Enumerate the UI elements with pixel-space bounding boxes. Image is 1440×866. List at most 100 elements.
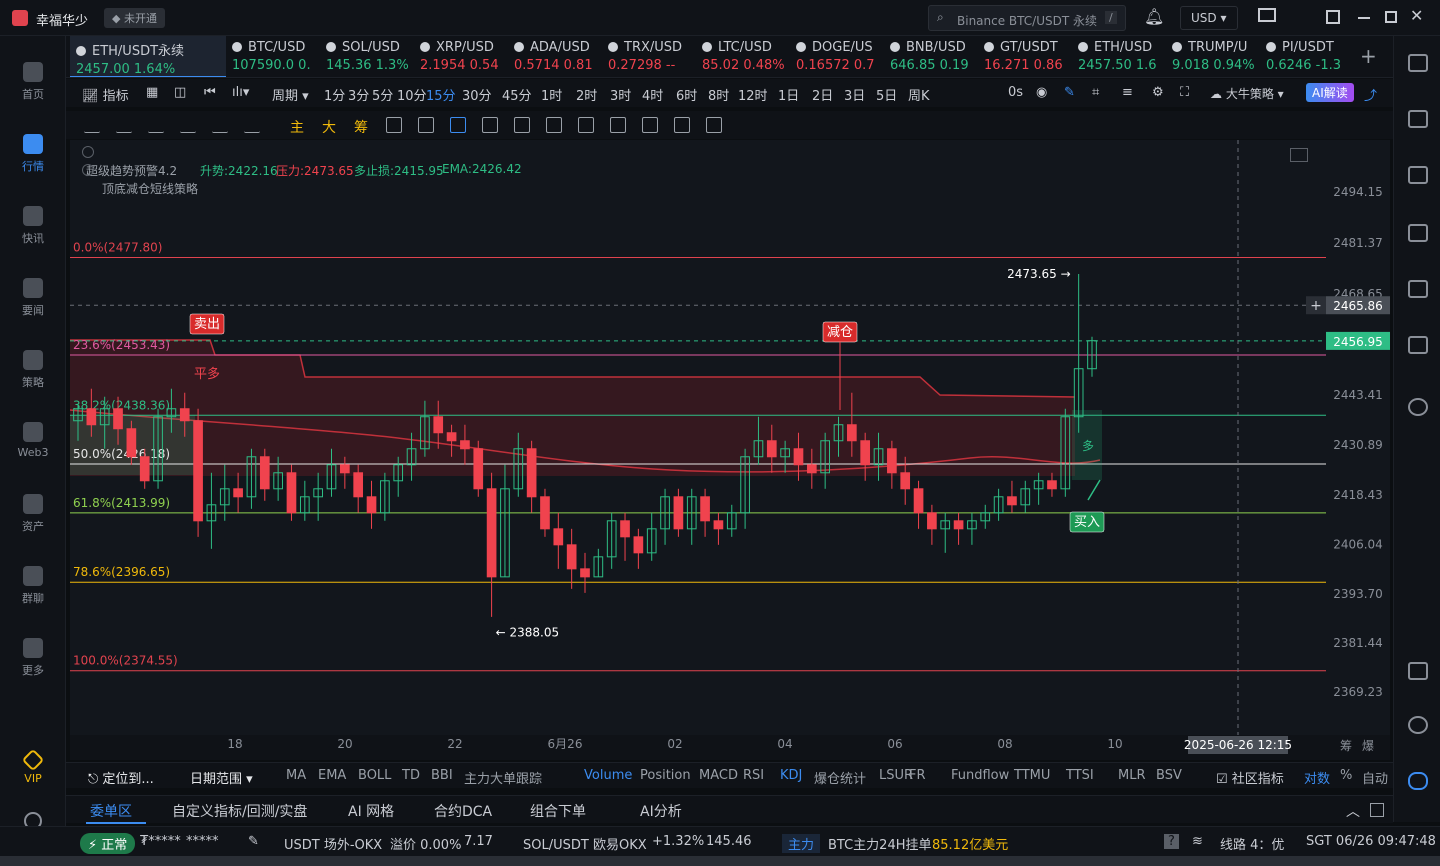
strategy-select[interactable]: ☁ 大牛策略 ▾ [1210,85,1284,102]
indicator-7[interactable]: Position [640,768,691,783]
ticker-6[interactable]: LTC/USD 85.02 0.48% [696,36,790,77]
indicator-16[interactable]: TTSI [1066,768,1094,783]
replay-icon[interactable]: ⏮ [204,85,216,100]
indicator-14[interactable]: Fundflow [951,768,1009,783]
price-chart[interactable]: 18 20 22 6月26 02 04 06 08 10 2494.15 2481.37 2468.6… [70,140,1390,760]
indicator-8[interactable]: MACD [699,768,738,783]
card-icon[interactable] [1408,336,1428,354]
list-panel-icon[interactable] [1408,54,1428,72]
timeframe-13[interactable]: 12时 [738,85,768,104]
percent-toggle[interactable]: % [1340,768,1352,783]
ticker-7[interactable]: DOGE/US 0.16572 0.7 [790,36,884,77]
panel-tab-1[interactable]: 自定义指标/回测/实盘 [172,801,307,821]
nav-more[interactable]: 更多 [0,632,66,692]
overlay-toggle-2[interactable]: 筹 [354,117,368,137]
panel-tab-5[interactable]: AI分析 [640,801,682,821]
timeframe-6[interactable]: 45分 [502,85,532,104]
camera-icon[interactable]: ◉ [1036,85,1047,100]
indicator-3[interactable]: TD [402,768,420,783]
ai-button[interactable]: AI解读 [1306,83,1354,102]
indicator-4[interactable]: BBI [431,768,453,783]
locate-button[interactable]: ⎋ 定位到... [88,768,154,787]
timeframe-4[interactable]: 15分 [426,85,456,104]
panel-tab-4[interactable]: 组合下单 [530,801,586,821]
timeframe-7[interactable]: 1时 [541,85,562,104]
trash-icon[interactable] [706,117,722,133]
pen-icon[interactable] [418,117,434,133]
trend-icon[interactable] [1408,224,1428,242]
community-indicators[interactable]: ☑ 社区指标 [1216,768,1284,787]
highlighter-icon[interactable] [514,117,530,133]
chart-maximize-icon[interactable] [1290,148,1308,162]
mail-icon[interactable] [1258,8,1276,22]
indicator-17[interactable]: MLR [1118,768,1146,783]
add-ticker-icon[interactable]: + [1360,44,1377,68]
note-icon[interactable] [610,117,626,133]
period-select[interactable]: 周期 ▾ [272,85,309,104]
document-icon[interactable] [1408,110,1428,128]
headset-icon[interactable] [1408,716,1428,734]
indicator-9[interactable]: RSI [743,768,764,783]
log-scale-toggle[interactable]: 对数 [1304,768,1330,787]
panel-tab-3[interactable]: 合约DCA [434,801,492,821]
nav-market[interactable]: 行情 [0,128,66,188]
line-status[interactable]: 线路 4：优 [1220,834,1284,853]
list-icon[interactable]: ≡ [1122,85,1133,100]
nav-news[interactable]: 快讯 [0,200,66,260]
settings-icon[interactable]: ⚙ [1152,85,1164,100]
chevron-up-icon[interactable]: ︿ [1346,801,1360,821]
nav-web3[interactable]: Web3 [0,416,66,476]
minimize-icon[interactable] [1358,17,1370,19]
robot-icon[interactable] [1408,772,1428,790]
chart-type-icon[interactable]: ılı▾ [232,85,249,100]
search-box[interactable]: ⌕ Binance BTC/USDT 永续 / [928,5,1126,31]
timeframe-8[interactable]: 2时 [576,85,597,104]
collapse-icon[interactable] [82,146,94,158]
ticker-0[interactable]: ETH/USDT永续 2457.00 1.64% [70,36,226,77]
ticker-9[interactable]: GT/USDT 16.271 0.86 [978,36,1072,77]
bell-icon[interactable]: 🔔︎ [1144,7,1164,26]
ticker-5[interactable]: TRX/USD 0.27298 -- [602,36,696,77]
indicator-13[interactable]: FR [909,768,926,783]
popout-panel-icon[interactable] [1370,803,1384,817]
indicator-1[interactable]: EMA [318,768,346,783]
chart-canvas[interactable]: 18 20 22 6月26 02 04 06 08 102494.152481.372468.6… [70,140,1390,760]
timeframe-14[interactable]: 1日 [778,85,799,104]
overlay-toggle-0[interactable]: 主 [290,117,304,137]
timeframe-10[interactable]: 4时 [642,85,663,104]
timeframe-3[interactable]: 10分 [397,85,427,104]
calendar-icon[interactable]: ▦ [146,85,158,100]
timeframe-18[interactable]: 周K [908,85,930,104]
filter-icon[interactable] [674,117,690,133]
timeframe-15[interactable]: 2日 [812,85,833,104]
timeframe-11[interactable]: 6时 [676,85,697,104]
indicator-5[interactable]: 主力大单跟踪 [464,768,542,787]
layout-panel-icon[interactable] [1408,662,1428,680]
edit-pencil-icon[interactable]: ✎ [248,834,259,849]
indicator-15[interactable]: TTMU [1014,768,1050,783]
currency-select[interactable]: USD ▾ [1180,6,1238,30]
timeframe-16[interactable]: 3日 [844,85,865,104]
nav-wallet[interactable]: 资产 [0,488,66,548]
indicator-2[interactable]: BOLL [358,768,391,783]
ticker-8[interactable]: BNB/USD 646.85 0.19 [884,36,978,77]
liquidation-toggle[interactable]: 爆 [1362,739,1374,753]
ruler-icon[interactable] [212,117,228,133]
nav-headline[interactable]: 要闻 [0,272,66,332]
overlay-toggle-1[interactable]: 大 [322,117,336,137]
timeframe-2[interactable]: 5分 [372,85,393,104]
more-icon[interactable] [244,117,260,133]
indicator-6[interactable]: Volume [584,768,632,783]
ticker-12[interactable]: PI/USDT 0.6246 -1.3 [1260,36,1354,77]
ticker-4[interactable]: ADA/USD 0.5714 0.81 [508,36,602,77]
monitor-icon[interactable] [1408,280,1428,298]
timeframe-0[interactable]: 1分 [324,85,345,104]
ticker-10[interactable]: ETH/USD 2457.50 1.6 [1072,36,1166,77]
nav-home[interactable]: 首页 [0,56,66,116]
panel-tab-0[interactable]: 委单区 [90,801,132,821]
nav-vip[interactable]: VIP [0,746,66,806]
text-icon[interactable] [180,117,196,133]
layout-icon[interactable]: ◫ [174,85,186,100]
indicator-18[interactable]: BSV [1156,768,1182,783]
maximize-icon[interactable] [1385,11,1397,23]
